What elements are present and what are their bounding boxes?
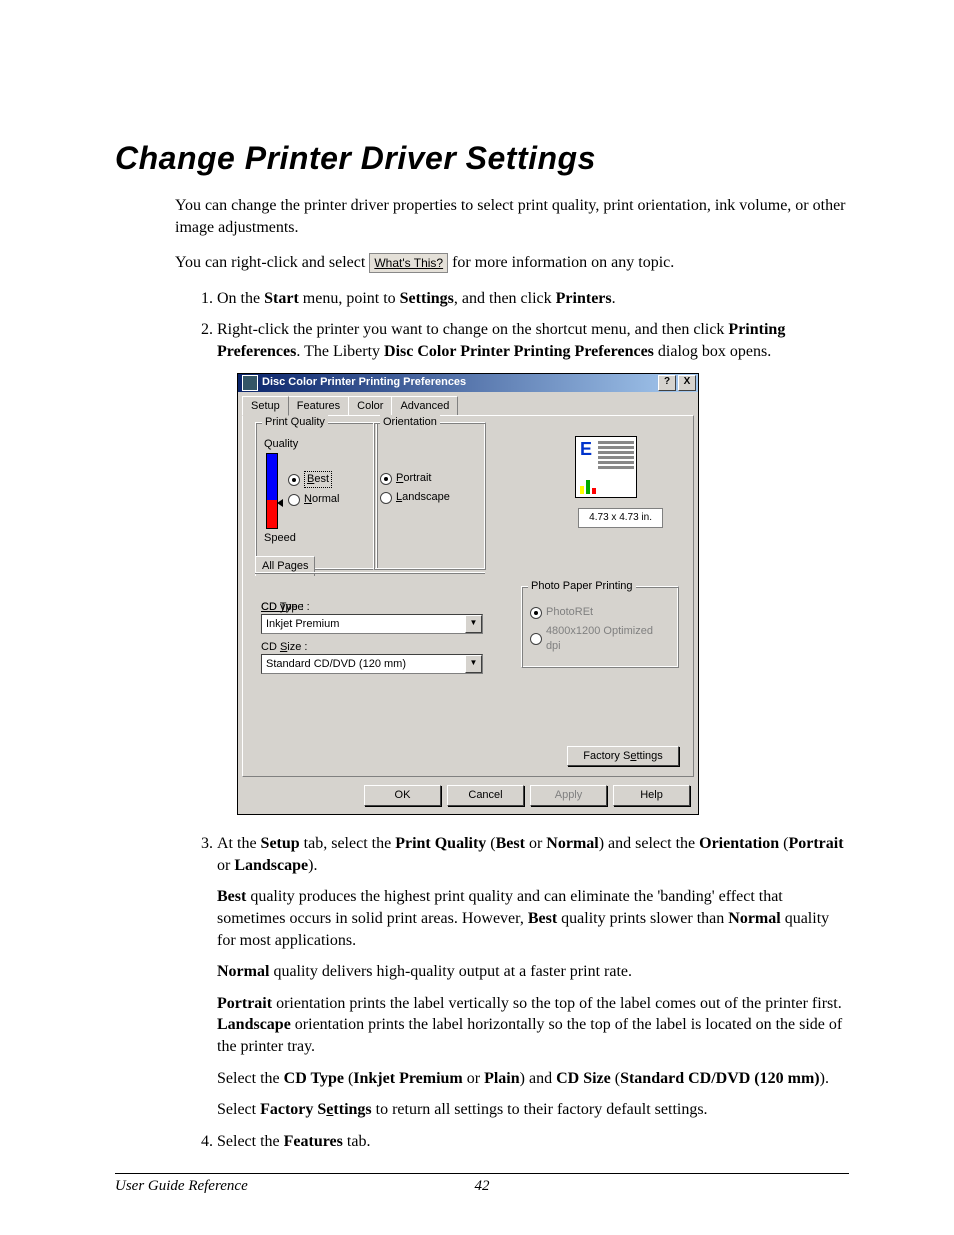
intro-paragraph-1: You can change the printer driver proper… [175, 195, 849, 238]
quality-normal-radio[interactable]: Normal [288, 492, 339, 507]
orientation-group: Orientation Portrait Landscape [373, 422, 486, 570]
chevron-down-icon: ▼ [465, 655, 482, 673]
cd-size-label: CD Size : [261, 640, 307, 655]
ok-button[interactable]: OK [364, 785, 441, 806]
orientation-legend: Orientation [380, 415, 440, 430]
all-pages-divider [255, 572, 485, 574]
chevron-down-icon: ▼ [465, 615, 482, 633]
printer-icon [242, 375, 258, 391]
setup-tab-panel: Print Quality Quality Speed Best Normal [242, 415, 694, 777]
dialog-button-row: OK Cancel Apply Help [238, 781, 698, 814]
tab-features[interactable]: Features [288, 396, 349, 416]
apply-button[interactable]: Apply [530, 785, 607, 806]
quality-gradient-icon [266, 453, 278, 529]
quality-label: Quality [264, 437, 369, 452]
printing-preferences-dialog: Disc Color Printer Printing Preferences … [237, 373, 699, 816]
quality-best-radio[interactable]: Best [288, 471, 339, 488]
radio-icon [380, 492, 392, 504]
cd-size-value: Standard CD/DVD (120 mm) [262, 657, 465, 672]
titlebar-close-button[interactable]: X [678, 375, 696, 391]
cd-type-value: Inkjet Premium [262, 617, 465, 632]
help-button[interactable]: Help [613, 785, 690, 806]
step-4: Select the Features tab. [217, 1131, 849, 1153]
orientation-landscape-radio[interactable]: Landscape [380, 490, 450, 505]
optimized-dpi-radio: 4800x1200 Optimized dpi [530, 624, 670, 654]
intro-paragraph-2: You can right-click and select What's Th… [175, 252, 849, 274]
factory-settings-button[interactable]: Factory Settings [567, 746, 679, 767]
radio-icon [288, 474, 300, 486]
radio-icon [288, 494, 300, 506]
tab-color[interactable]: Color [348, 396, 392, 416]
radio-icon [530, 633, 542, 645]
cd-size-combobox[interactable]: Standard CD/DVD (120 mm) ▼ [261, 654, 483, 674]
step-2: Right-click the printer you want to chan… [217, 319, 849, 815]
tab-strip: Setup Features Color Advanced [238, 392, 698, 416]
footer-page-number: 42 [475, 1178, 490, 1195]
dialog-titlebar: Disc Color Printer Printing Preferences … [238, 374, 698, 392]
dialog-title: Disc Color Printer Printing Preferences [262, 375, 658, 390]
radio-icon [530, 607, 542, 619]
print-quality-group: Print Quality Quality Speed Best Normal [255, 422, 378, 570]
photo-paper-legend: Photo Paper Printing [528, 579, 636, 594]
radio-icon [380, 473, 392, 485]
cd-type-combobox[interactable]: Inkjet Premium ▼ [261, 614, 483, 634]
orientation-portrait-radio[interactable]: Portrait [380, 471, 450, 486]
photoret-radio: PhotoREt [530, 605, 670, 620]
titlebar-help-button[interactable]: ? [658, 375, 676, 391]
cancel-button[interactable]: Cancel [447, 785, 524, 806]
speed-label: Speed [264, 531, 296, 546]
preview-thumbnail: E [575, 436, 637, 498]
tab-setup[interactable]: Setup [242, 396, 289, 417]
page-size-readout: 4.73 x 4.73 in. [578, 508, 663, 528]
print-quality-legend: Print Quality [262, 415, 328, 430]
photo-paper-printing-group: Photo Paper Printing PhotoREt 4800x1200 … [521, 586, 679, 668]
whats-this-button[interactable]: What's This? [369, 253, 448, 273]
page-footer: User Guide Reference 42 [115, 1173, 849, 1195]
step-3: At the Setup tab, select the Print Quali… [217, 833, 849, 1121]
page-title: Change Printer Driver Settings [115, 140, 849, 177]
tab-advanced[interactable]: Advanced [391, 396, 458, 416]
step-1: On the Start menu, point to Settings, an… [217, 288, 849, 310]
